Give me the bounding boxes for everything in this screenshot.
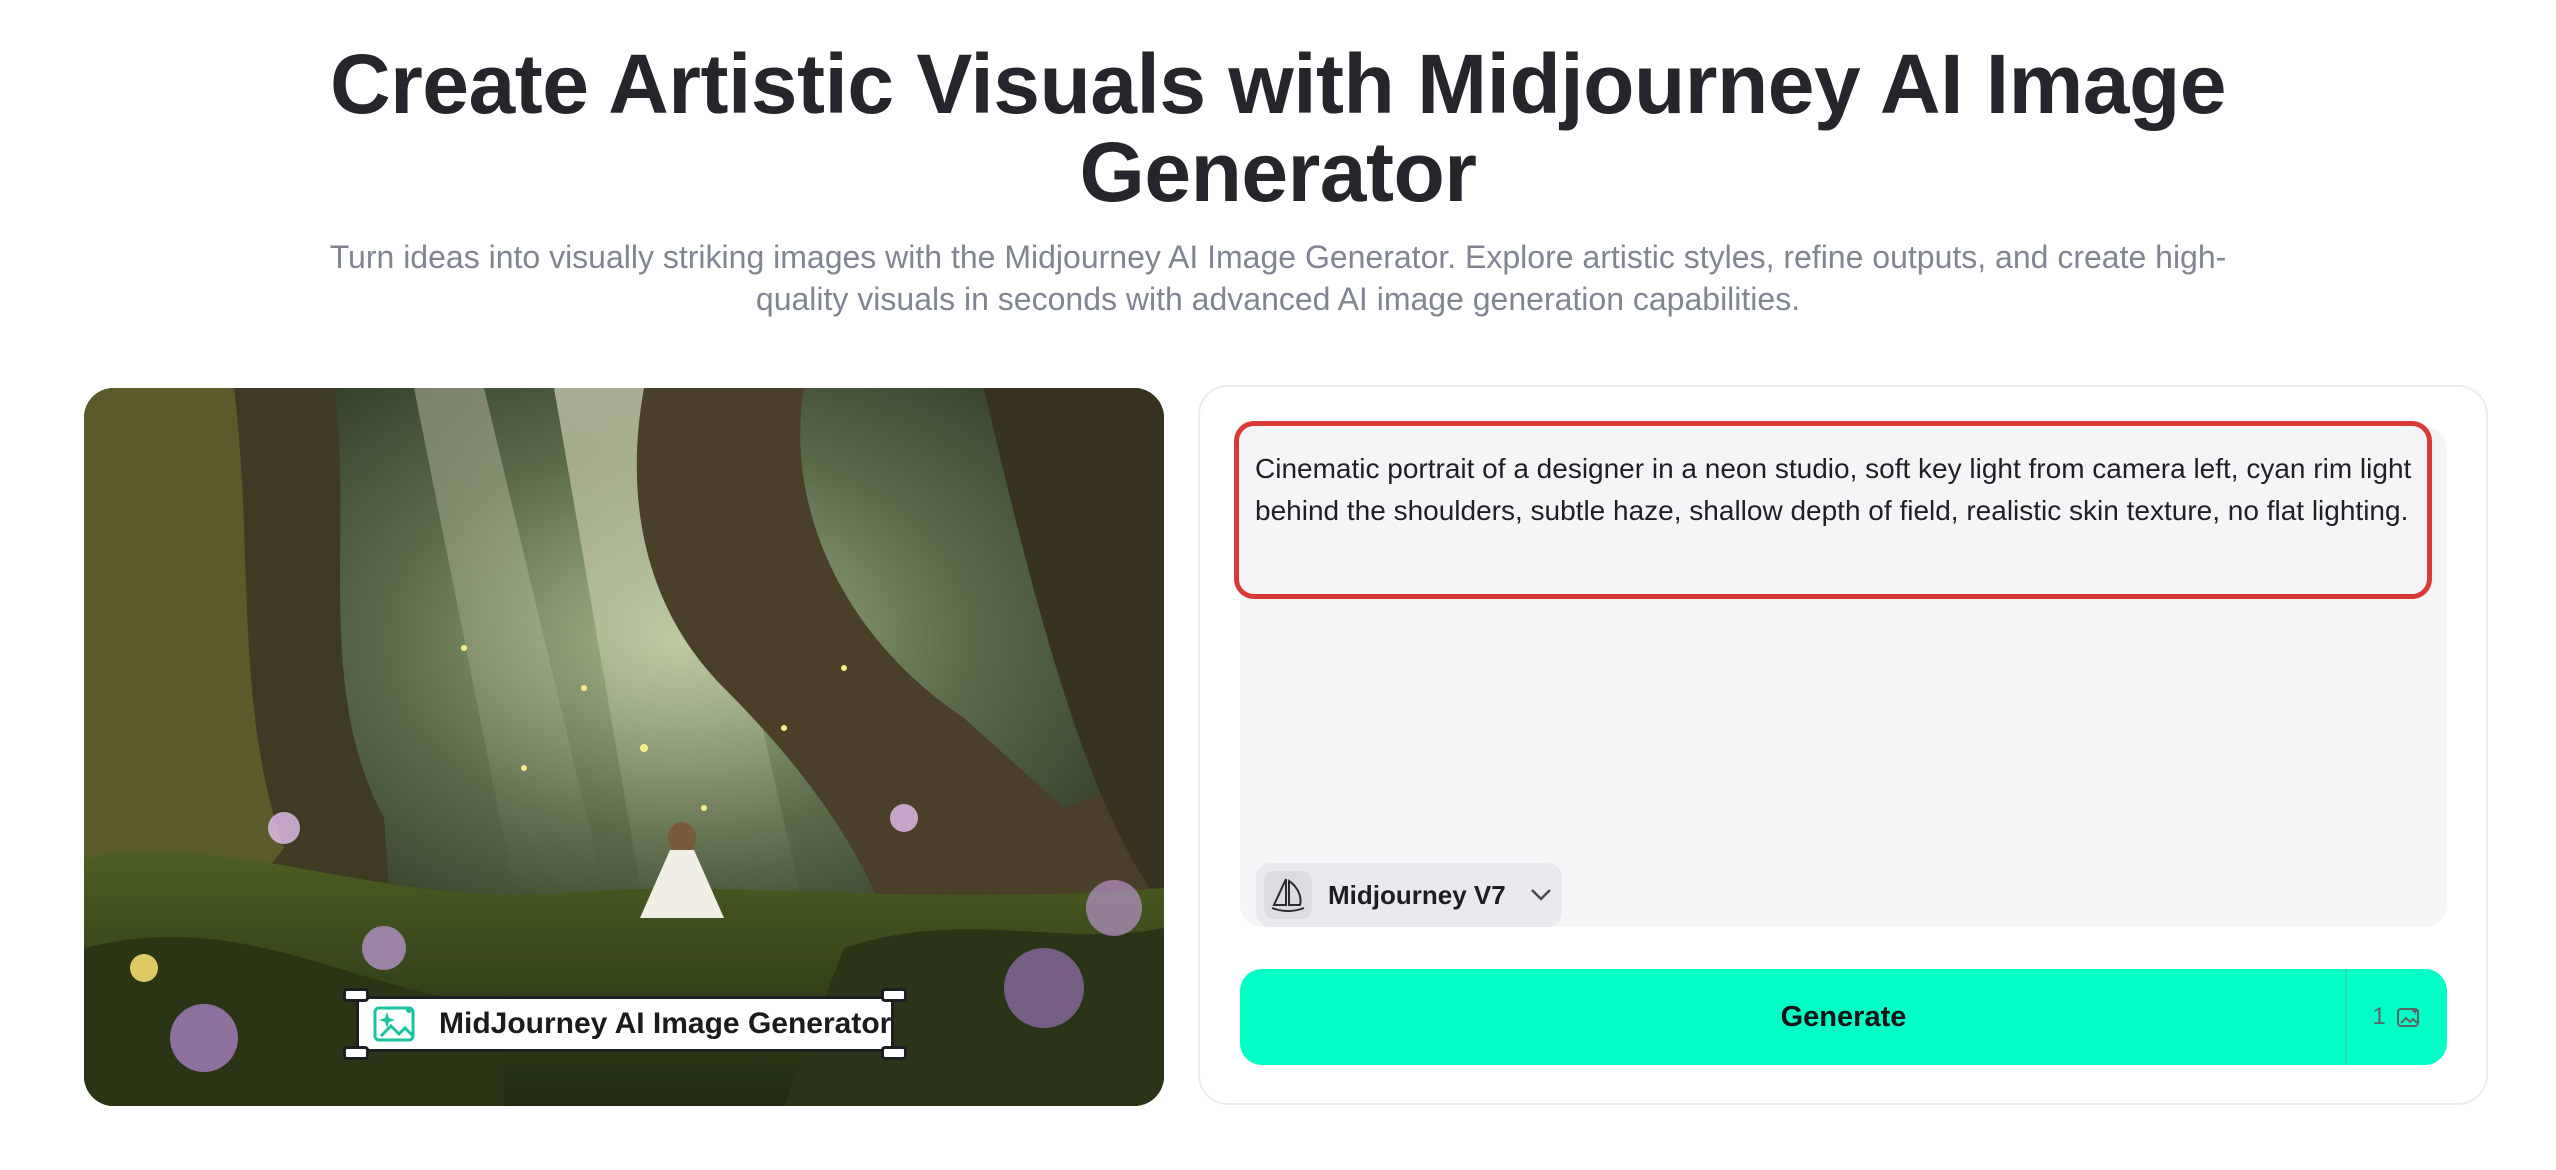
preview-label: MidJourney AI Image Generator xyxy=(343,988,907,1060)
credit-count: 1 xyxy=(2372,1003,2386,1030)
resize-handle xyxy=(343,1046,369,1060)
generate-button[interactable]: Generate 1 xyxy=(1240,969,2447,1065)
resize-handle xyxy=(881,1046,907,1060)
chevron-down-icon xyxy=(1530,889,1551,901)
page-title: Create Artistic Visuals with Midjourney … xyxy=(329,37,2227,219)
resize-handle xyxy=(343,988,369,1002)
credit-indicator: 1 xyxy=(2345,969,2447,1065)
preview-label-text: MidJourney AI Image Generator xyxy=(439,1007,892,1040)
prompt-highlight: Cinematic portrait of a designer in a ne… xyxy=(1234,421,2432,599)
image-credit-icon xyxy=(2396,1007,2419,1027)
image-sparkle-icon xyxy=(373,1006,415,1042)
model-selector[interactable]: Midjourney V7 xyxy=(1256,863,1562,927)
preview-card: MidJourney AI Image Generator xyxy=(84,388,1164,1106)
generate-label: Generate xyxy=(1780,1000,1907,1033)
generator-panel: Cinematic portrait of a designer in a ne… xyxy=(1198,385,2488,1105)
prompt-input[interactable]: Cinematic portrait of a designer in a ne… xyxy=(1255,448,2415,532)
model-name: Midjourney V7 xyxy=(1328,879,1506,910)
prompt-area[interactable]: Cinematic portrait of a designer in a ne… xyxy=(1234,421,2447,927)
midjourney-sailboat-icon xyxy=(1264,871,1312,919)
resize-handle xyxy=(881,988,907,1002)
page-subtitle: Turn ideas into visually striking images… xyxy=(329,239,2227,317)
